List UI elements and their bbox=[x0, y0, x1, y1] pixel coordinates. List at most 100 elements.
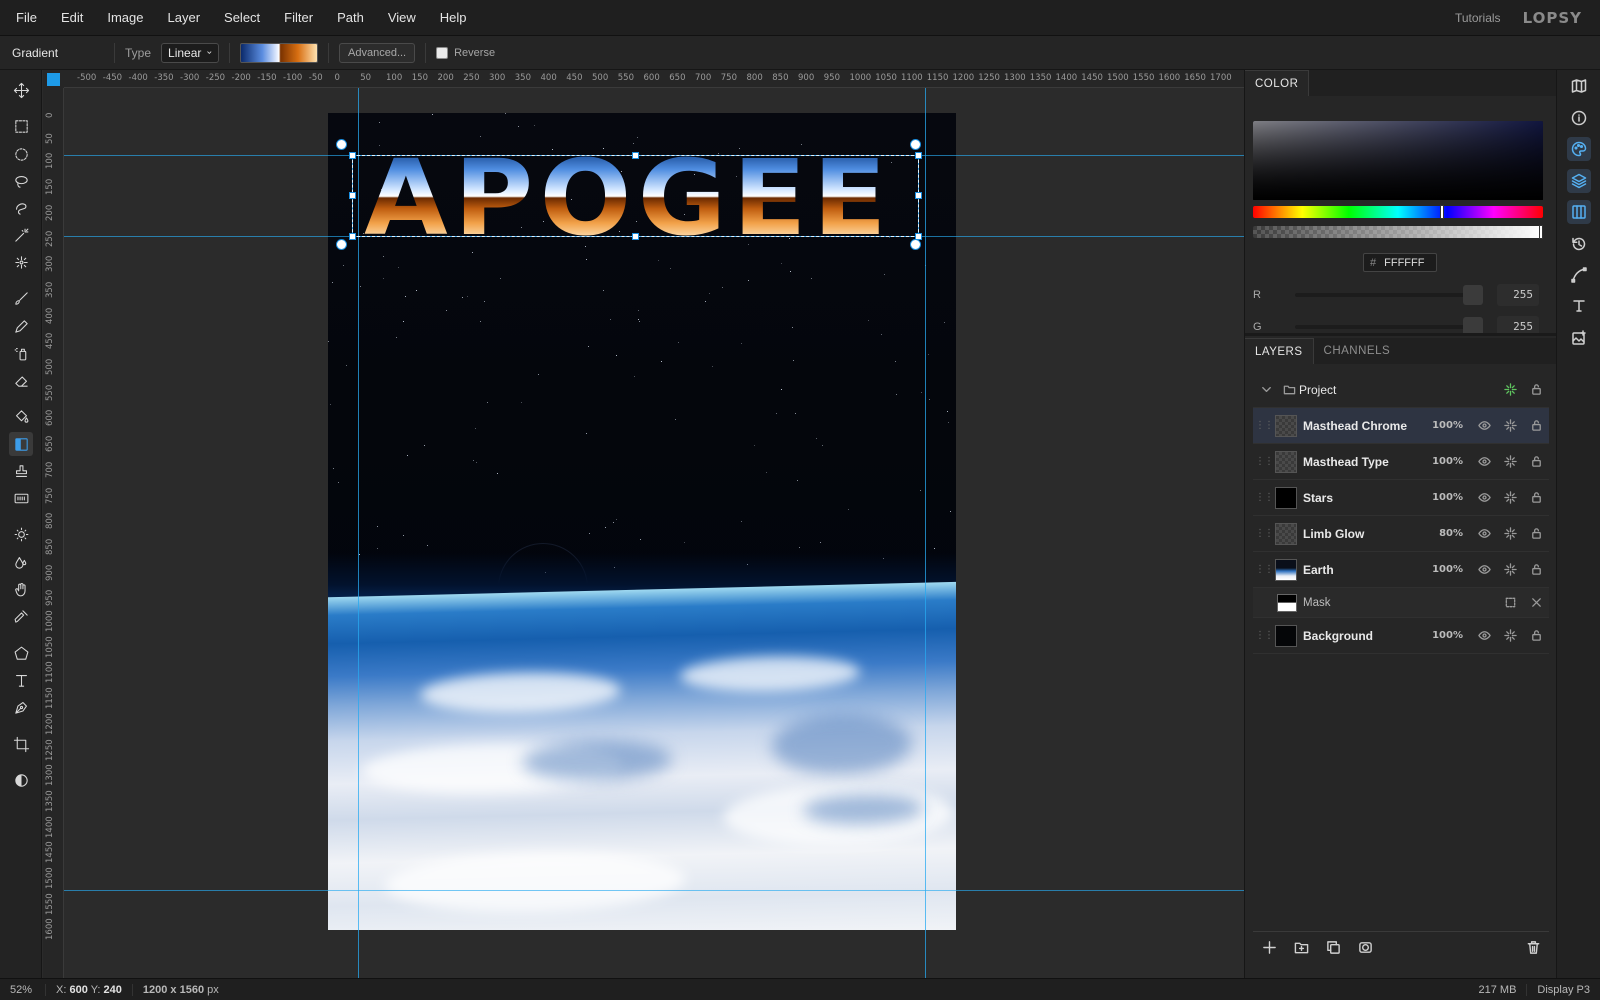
layer-row-masthead-type[interactable]: ⋮⋮ Masthead Type 100% bbox=[1253, 444, 1549, 480]
channel-g-value[interactable]: 255 bbox=[1497, 316, 1539, 333]
rotate-handle[interactable] bbox=[910, 139, 921, 150]
layer-row-earth[interactable]: ⋮⋮ Earth 100% bbox=[1253, 552, 1549, 588]
saturation-value-field[interactable] bbox=[1253, 121, 1543, 200]
fx-sparkle-icon[interactable] bbox=[1497, 524, 1523, 544]
paths-button[interactable] bbox=[1567, 263, 1591, 287]
drag-handle-icon[interactable]: ⋮⋮ bbox=[1253, 630, 1275, 641]
crop-tool[interactable] bbox=[9, 732, 33, 756]
zoom-level[interactable]: 52% bbox=[0, 983, 46, 996]
transform-handle[interactable] bbox=[632, 233, 639, 240]
spot-heal-tool[interactable] bbox=[9, 250, 33, 274]
hue-slider-handle[interactable] bbox=[1440, 205, 1444, 219]
eye-icon[interactable] bbox=[1471, 488, 1497, 508]
channel-g-slider[interactable] bbox=[1295, 317, 1483, 333]
move-tool[interactable] bbox=[9, 78, 33, 102]
fx-sparkle-icon[interactable] bbox=[1497, 488, 1523, 508]
gradient-type-select[interactable]: Linear bbox=[161, 42, 220, 63]
layer-row-background[interactable]: ⋮⋮ Background 100% bbox=[1253, 618, 1549, 654]
guide-horizontal[interactable] bbox=[64, 890, 1244, 891]
brush-tool[interactable] bbox=[9, 286, 33, 310]
marquee-ellipse-tool[interactable] bbox=[9, 142, 33, 166]
info-button[interactable] bbox=[1567, 106, 1591, 130]
menu-select[interactable]: Select bbox=[212, 0, 272, 36]
paint-bucket-tool[interactable] bbox=[9, 404, 33, 428]
ruler-origin[interactable] bbox=[43, 70, 64, 88]
lock-icon[interactable] bbox=[1523, 416, 1549, 436]
image-assets-button[interactable] bbox=[1567, 326, 1591, 350]
smudge-tool[interactable] bbox=[9, 577, 33, 601]
blur-tool[interactable] bbox=[9, 550, 33, 574]
rotate-handle[interactable] bbox=[336, 139, 347, 150]
canvas-workspace[interactable]: APOGEE bbox=[64, 88, 1244, 978]
guide-vertical[interactable] bbox=[925, 88, 926, 978]
drag-handle-icon[interactable]: ⋮⋮ bbox=[1253, 564, 1275, 575]
layer-opacity[interactable]: 100% bbox=[1427, 630, 1463, 641]
hex-input[interactable]: # FFFFFF bbox=[1363, 253, 1437, 272]
transform-handle[interactable] bbox=[632, 152, 639, 159]
magic-wand-tool[interactable] bbox=[9, 223, 33, 247]
type-tool[interactable] bbox=[9, 668, 33, 692]
lock-icon[interactable] bbox=[1523, 524, 1549, 544]
add-layer-button[interactable] bbox=[1253, 934, 1285, 962]
menu-path[interactable]: Path bbox=[325, 0, 376, 36]
channel-r-slider[interactable] bbox=[1295, 285, 1483, 305]
eraser-tool[interactable] bbox=[9, 368, 33, 392]
fx-sparkle-icon[interactable] bbox=[1497, 416, 1523, 436]
channel-r-thumb[interactable] bbox=[1463, 285, 1483, 305]
lock-icon[interactable] bbox=[1523, 488, 1549, 508]
transform-handle[interactable] bbox=[349, 192, 356, 199]
lasso-tool[interactable] bbox=[9, 169, 33, 193]
layer-opacity[interactable]: 100% bbox=[1427, 456, 1463, 467]
color-panel-button[interactable] bbox=[1567, 137, 1591, 161]
spray-tool[interactable] bbox=[9, 341, 33, 365]
vertical-ruler[interactable]: 0 50 100 150 200 250 300 350 400 450 500 550 600 650 7… bbox=[43, 88, 64, 978]
transform-handle[interactable] bbox=[915, 152, 922, 159]
layer-row-limb-glow[interactable]: ⋮⋮ Limb Glow 80% bbox=[1253, 516, 1549, 552]
eye-icon[interactable] bbox=[1471, 626, 1497, 646]
panel-resize-divider[interactable] bbox=[1245, 333, 1557, 336]
horizontal-ruler[interactable]: -500 -450 -400 -350 -300 -250 -200 -150 -100 -50 0… bbox=[64, 70, 1244, 88]
layer-opacity[interactable]: 100% bbox=[1427, 420, 1463, 431]
lock-icon[interactable] bbox=[1523, 626, 1549, 646]
menu-edit[interactable]: Edit bbox=[49, 0, 95, 36]
pen-tool[interactable] bbox=[9, 695, 33, 719]
tab-layers[interactable]: LAYERS bbox=[1245, 338, 1314, 364]
layer-mask-row[interactable]: Mask bbox=[1253, 588, 1549, 618]
eye-icon[interactable] bbox=[1471, 452, 1497, 472]
fx-sparkle-icon[interactable] bbox=[1497, 380, 1523, 400]
dodge-tool[interactable] bbox=[9, 522, 33, 546]
chevron-down-icon[interactable] bbox=[1253, 380, 1279, 400]
hue-slider[interactable] bbox=[1253, 205, 1543, 219]
color-profile[interactable]: Display P3 bbox=[1527, 984, 1600, 996]
layer-opacity[interactable]: 100% bbox=[1427, 492, 1463, 503]
eye-icon[interactable] bbox=[1471, 560, 1497, 580]
close-icon[interactable] bbox=[1523, 593, 1549, 613]
menu-help[interactable]: Help bbox=[428, 0, 479, 36]
fx-sparkle-icon[interactable] bbox=[1497, 452, 1523, 472]
alpha-slider-handle[interactable] bbox=[1539, 225, 1543, 239]
rotate-handle[interactable] bbox=[910, 239, 921, 250]
fx-sparkle-icon[interactable] bbox=[1497, 560, 1523, 580]
marquee-rect-tool[interactable] bbox=[9, 114, 33, 138]
layer-row-stars[interactable]: ⋮⋮ Stars 100% bbox=[1253, 480, 1549, 516]
transform-handle[interactable] bbox=[349, 233, 356, 240]
layer-row-masthead-chrome[interactable]: ⋮⋮ Masthead Chrome 100% bbox=[1253, 408, 1549, 444]
duplicate-layer-button[interactable] bbox=[1317, 934, 1349, 962]
drag-handle-icon[interactable]: ⋮⋮ bbox=[1253, 528, 1275, 539]
menu-filter[interactable]: Filter bbox=[272, 0, 325, 36]
add-group-button[interactable] bbox=[1285, 934, 1317, 962]
reverse-checkbox[interactable] bbox=[436, 46, 449, 59]
gradient-tool[interactable] bbox=[9, 432, 33, 456]
lock-icon[interactable] bbox=[1523, 560, 1549, 580]
tutorials-link[interactable]: Tutorials bbox=[1455, 11, 1501, 25]
drag-handle-icon[interactable]: ⋮⋮ bbox=[1253, 456, 1275, 467]
eye-icon[interactable] bbox=[1471, 416, 1497, 436]
gradient-preview-swatch[interactable] bbox=[240, 42, 319, 63]
character-button[interactable] bbox=[1567, 294, 1591, 318]
history-button[interactable] bbox=[1567, 232, 1591, 256]
tab-channels[interactable]: CHANNELS bbox=[1314, 338, 1401, 364]
pencil-tool[interactable] bbox=[9, 314, 33, 338]
menu-view[interactable]: View bbox=[376, 0, 428, 36]
transform-handle[interactable] bbox=[349, 152, 356, 159]
shape-tool[interactable] bbox=[9, 641, 33, 665]
